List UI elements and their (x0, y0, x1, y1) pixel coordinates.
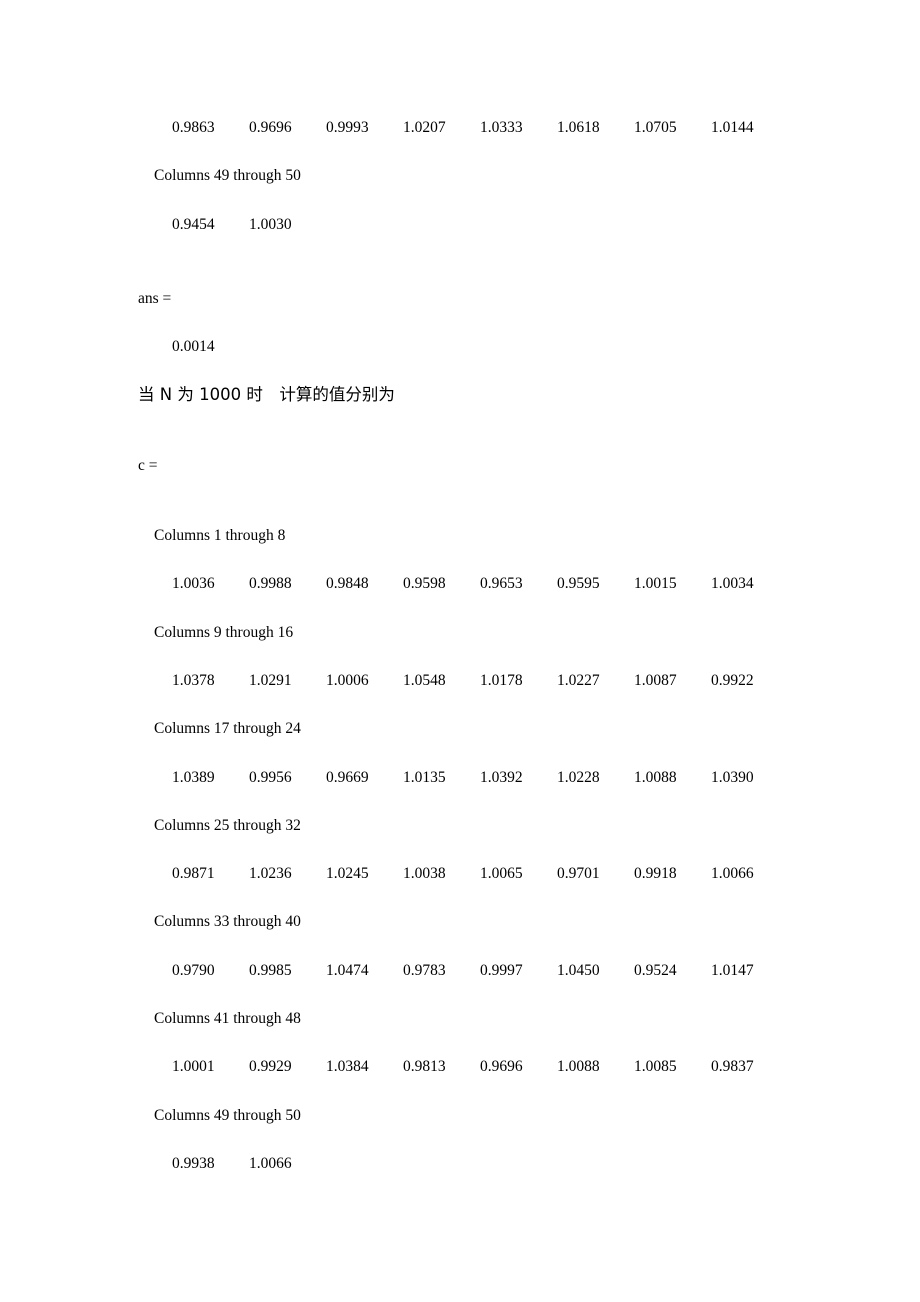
data-cell: 1.0450 (557, 961, 600, 979)
data-cell: 0.9696 (480, 1058, 523, 1076)
data-cell: 1.0066 (711, 865, 754, 883)
data-cell: 1.0038 (403, 865, 446, 883)
data-cell: 1.0006 (326, 671, 369, 689)
data-cell: 0.9813 (403, 1058, 446, 1076)
data-cell: 0.9871 (172, 865, 215, 883)
data-cell: 1.0147 (711, 961, 754, 979)
data-cell: 1.0389 (172, 768, 215, 786)
data-cell: 0.9524 (634, 961, 677, 979)
data-cell: 0.9956 (249, 768, 292, 786)
data-cell: 0.9922 (711, 671, 754, 689)
data-row: 0.9938 1.0066 (138, 1140, 838, 1188)
data-cell: 1.0207 (403, 119, 446, 136)
data-cell: 0.9837 (711, 1058, 754, 1076)
data-cell: 1.0036 (172, 575, 215, 593)
data-cell: 0.9929 (249, 1058, 292, 1076)
columns-header: Columns 17 through 24 (154, 720, 301, 738)
data-cell: 0.9701 (557, 865, 600, 883)
data-cell: 1.0291 (249, 671, 292, 689)
data-row: 0.9871 1.0236 1.0245 1.0038 1.0065 0.9701 0.99… (138, 850, 838, 898)
data-row: 1.0036 0.9988 0.9848 0.9598 0.9653 0.9595 1.00… (138, 560, 838, 608)
data-cell: 0.9595 (557, 575, 600, 593)
data-cell: 0.9653 (480, 575, 523, 593)
data-cell: 1.0392 (480, 768, 523, 786)
data-cell: 1.0087 (634, 671, 677, 689)
data-cell: 1.0085 (634, 1058, 677, 1076)
data-cell: 0.9669 (326, 768, 369, 786)
data-cell: 1.0390 (711, 768, 754, 786)
data-cell: 1.0178 (480, 671, 523, 689)
data-cell: 0.9918 (634, 865, 677, 883)
data-cell: 0.9863 (172, 119, 215, 136)
data-cell: 1.0474 (326, 961, 369, 979)
columns-header: Columns 33 through 40 (154, 913, 301, 931)
data-row: 0.9863 0.9696 0.9993 1.0207 1.0333 1.0618 1.07… (138, 104, 838, 152)
data-cell: 1.0088 (634, 768, 677, 786)
note-text: 当 N 为 1000 时 计算的值分别为 (138, 385, 395, 405)
data-cell: 1.0228 (557, 768, 600, 786)
data-cell: 1.0245 (326, 865, 369, 883)
data-cell: 0.9993 (326, 119, 369, 136)
data-row: 1.0001 0.9929 1.0384 0.9813 0.9696 1.0088 1.00… (138, 1043, 838, 1091)
data-cell: 0.9997 (480, 961, 523, 979)
data-cell: 0.9783 (403, 961, 446, 979)
data-cell: 0.9985 (249, 961, 292, 979)
data-row: 1.0378 1.0291 1.0006 1.0548 1.0178 1.0227 1.00… (138, 657, 838, 705)
columns-header: Columns 9 through 16 (154, 623, 294, 641)
data-row: 0.9454 1.0030 (138, 201, 838, 249)
data-cell: 1.0015 (634, 575, 677, 593)
data-cell: 0.9696 (249, 119, 292, 136)
data-cell: 1.0333 (480, 119, 523, 136)
ans-label: ans = (138, 289, 172, 307)
data-cell: 1.0384 (326, 1058, 369, 1076)
data-cell: 1.0236 (249, 865, 292, 883)
document-page: 0.9863 0.9696 0.9993 1.0207 1.0333 1.0618 1.07… (0, 0, 920, 1302)
data-cell: 1.0144 (711, 119, 754, 136)
data-row: 0.9790 0.9985 1.0474 0.9783 0.9997 1.0450 0.95… (138, 947, 838, 995)
data-cell: 1.0227 (557, 671, 600, 689)
columns-header: Columns 49 through 50 (154, 167, 301, 185)
data-cell: 1.0548 (403, 671, 446, 689)
columns-header: Columns 1 through 8 (154, 527, 286, 545)
data-cell: 0.9790 (172, 961, 215, 979)
data-cell: 0.9848 (326, 575, 369, 593)
variable-label-c: c = (138, 456, 158, 474)
ans-value-row: 0.0014 (138, 323, 838, 371)
data-cell: 1.0088 (557, 1058, 600, 1076)
columns-header: Columns 25 through 32 (154, 816, 301, 834)
data-cell: 1.0030 (249, 215, 292, 233)
data-cell: 1.0065 (480, 865, 523, 883)
data-cell: 0.9988 (249, 575, 292, 593)
data-cell: 0.9454 (172, 215, 215, 233)
data-cell: 1.0705 (634, 119, 677, 136)
data-cell: 1.0066 (249, 1154, 292, 1172)
data-cell: 1.0378 (172, 671, 215, 689)
data-cell: 1.0001 (172, 1058, 215, 1076)
data-cell: 0.9598 (403, 575, 446, 593)
data-row: 1.0389 0.9956 0.9669 1.0135 1.0392 1.0228 1.00… (138, 754, 838, 802)
columns-header: Columns 41 through 48 (154, 1010, 301, 1028)
columns-header: Columns 49 through 50 (154, 1106, 301, 1124)
data-cell: 1.0034 (711, 575, 754, 593)
data-cell: 1.0618 (557, 119, 600, 136)
data-cell: 0.9938 (172, 1154, 215, 1172)
document-body: 0.9863 0.9696 0.9993 1.0207 1.0333 1.0618 1.07… (138, 104, 838, 1188)
data-cell: 0.0014 (172, 338, 215, 356)
data-cell: 1.0135 (403, 768, 446, 786)
